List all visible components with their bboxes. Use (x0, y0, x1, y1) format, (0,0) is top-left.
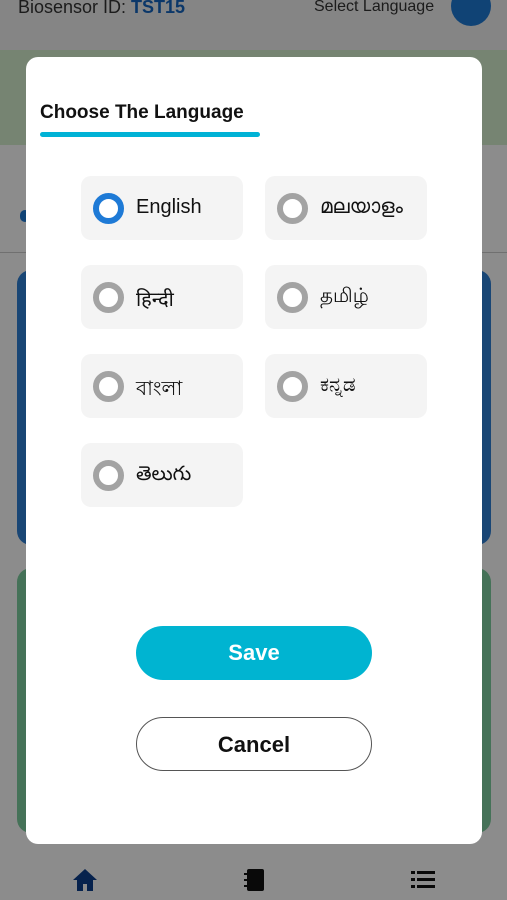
language-option-bengali[interactable]: বাংলা (81, 354, 243, 418)
language-label: தமிழ் (320, 285, 369, 307)
language-label: English (136, 196, 202, 218)
language-option-tamil[interactable]: தமிழ் (265, 265, 427, 329)
radio-unselected-icon[interactable] (277, 371, 308, 402)
language-label: हिन्दी (136, 289, 174, 311)
language-label: മലയാളം (320, 196, 403, 218)
language-option-telugu[interactable]: తెలుగు (81, 443, 243, 507)
radio-unselected-icon[interactable] (93, 460, 124, 491)
language-label: বাংলা (136, 378, 183, 400)
language-label: ಕನ್ನಡ (320, 374, 356, 396)
language-option-kannada[interactable]: ಕನ್ನಡ (265, 354, 427, 418)
radio-selected-icon[interactable] (93, 193, 124, 224)
language-dialog: Choose The Language English മലയാളം हिन्द… (26, 57, 482, 844)
radio-unselected-icon[interactable] (93, 371, 124, 402)
cancel-button[interactable]: Cancel (136, 717, 372, 771)
dialog-title: Choose The Language (40, 102, 244, 123)
save-button[interactable]: Save (136, 626, 372, 680)
radio-unselected-icon[interactable] (93, 282, 124, 313)
title-underline (40, 132, 260, 137)
language-option-hindi[interactable]: हिन्दी (81, 265, 243, 329)
language-option-malayalam[interactable]: മലയാളം (265, 176, 427, 240)
language-option-english[interactable]: English (81, 176, 243, 240)
radio-unselected-icon[interactable] (277, 193, 308, 224)
radio-unselected-icon[interactable] (277, 282, 308, 313)
language-label: తెలుగు (136, 463, 192, 485)
